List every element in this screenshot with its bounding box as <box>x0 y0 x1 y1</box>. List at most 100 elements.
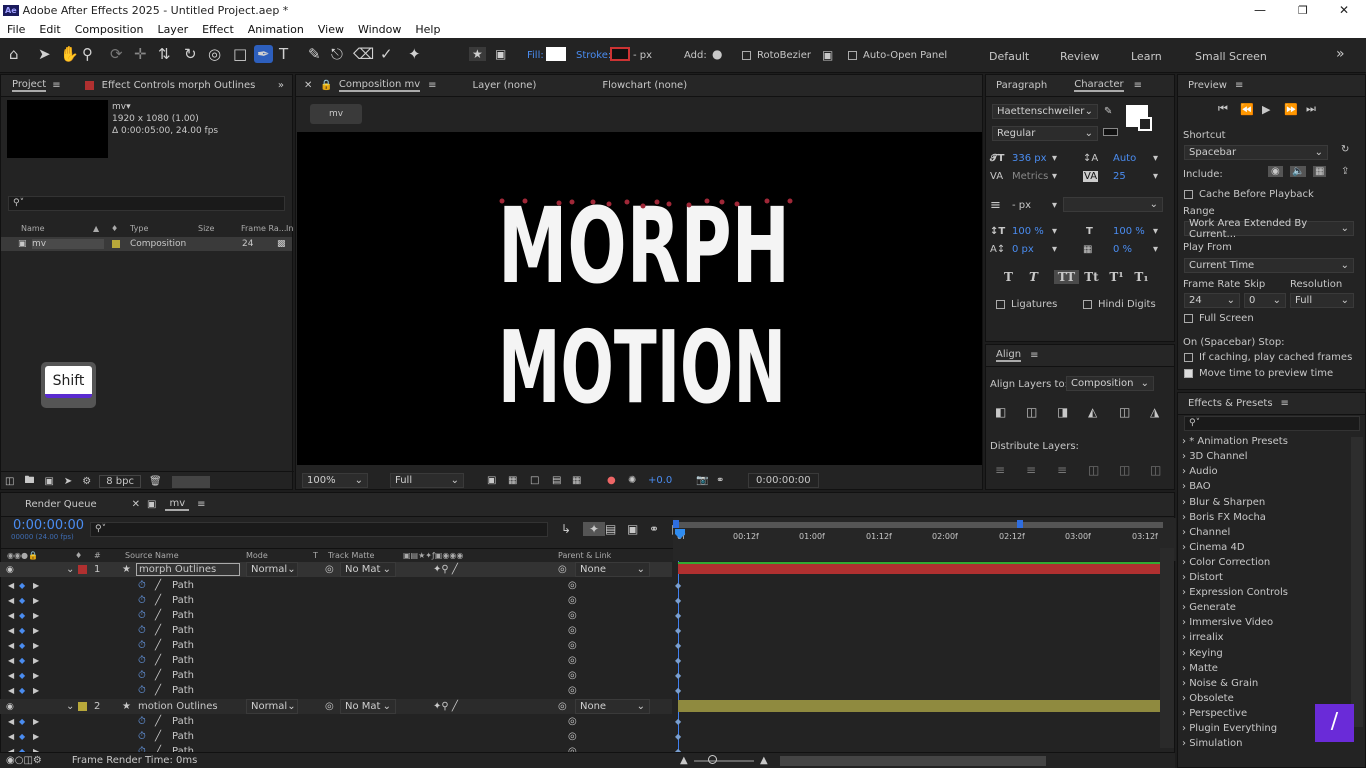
overlay-include-icon[interactable]: ▦ <box>1313 166 1327 177</box>
subscript-button[interactable]: T₁ <box>1129 270 1154 284</box>
tracking-value[interactable]: 25 <box>1113 171 1126 182</box>
visibility-icon[interactable]: ◉ <box>6 565 14 575</box>
stopwatch-icon[interactable]: ⏱ <box>138 685 146 696</box>
show-snapshot-icon[interactable]: ⚭ <box>716 475 724 486</box>
pick-whip-icon[interactable]: ◎ <box>568 610 577 621</box>
small-caps-button[interactable]: Tt <box>1079 270 1104 284</box>
move-time-checkbox[interactable] <box>1184 368 1193 378</box>
keyframe-nav-icon[interactable]: ◀ <box>8 581 14 590</box>
superscript-button[interactable]: T¹ <box>1104 270 1129 284</box>
col-framerate[interactable]: Frame Ra... <box>241 224 286 233</box>
align-hcenter-icon[interactable]: ◫ <box>1026 405 1057 419</box>
tab-align[interactable]: Align <box>996 349 1022 362</box>
graph-icon[interactable]: ╱ <box>155 610 161 621</box>
leading-value[interactable]: Auto <box>1113 153 1136 164</box>
graph-icon[interactable]: ╱ <box>155 580 161 591</box>
home-icon[interactable]: ⌂ <box>9 45 19 63</box>
col-parent[interactable]: Parent & Link <box>558 551 611 560</box>
frame-blending-icon[interactable]: ▣ <box>627 522 649 536</box>
stopwatch-icon[interactable]: ⏱ <box>138 580 146 591</box>
comp-name[interactable]: mv▾ <box>112 101 218 113</box>
track-matte-dropdown[interactable]: No Mat ⌄ <box>340 562 396 577</box>
shy-layers-icon[interactable]: ▤ <box>605 522 627 536</box>
font-style-dropdown[interactable]: Regular ⌄ <box>992 126 1098 141</box>
pick-whip-icon[interactable]: ◎ <box>568 655 577 666</box>
path-row[interactable]: ◀ ◆ ▶ ⏱ ╱ Path ◎ ◆ <box>0 683 681 698</box>
parent-dropdown[interactable]: None ⌄ <box>575 699 650 714</box>
keyframe-diamond-icon[interactable]: ◆ <box>19 717 25 726</box>
pick-whip-icon[interactable]: ◎ <box>568 595 577 606</box>
pick-whip-icon[interactable]: ◎ <box>568 640 577 651</box>
distribute-top-icon[interactable]: ≡ <box>995 463 1026 477</box>
keyframe-nav-icon[interactable]: ◀ <box>8 717 14 726</box>
keyframe-nav-icon[interactable]: ▶ <box>33 581 39 590</box>
star-icon[interactable]: ★ <box>469 47 486 61</box>
timeline-menu-icon[interactable]: ≡ <box>197 499 205 510</box>
comp-menu-icon[interactable]: ≡ <box>428 80 436 91</box>
stroke-swatch[interactable] <box>610 47 630 61</box>
menu-window[interactable]: Window <box>358 23 401 36</box>
visibility-icon[interactable]: ◉ <box>6 702 14 712</box>
keyframe-nav-icon[interactable]: ▶ <box>33 686 39 695</box>
pick-whip-icon[interactable]: ◎ <box>568 731 577 742</box>
effect-category[interactable]: › Plugin Everything <box>1182 723 1277 734</box>
expand-chevron-icon[interactable]: ⌄ <box>66 564 74 575</box>
auto-open-checkbox[interactable] <box>848 50 857 60</box>
menu-composition[interactable]: Composition <box>75 23 144 36</box>
type-tool-icon[interactable]: T <box>279 45 288 63</box>
color-channels-icon[interactable]: ● <box>607 475 616 486</box>
effects-search-input[interactable]: ⚲˅ <box>1184 416 1360 431</box>
menu-animation[interactable]: Animation <box>248 23 304 36</box>
effect-category[interactable]: › Perspective <box>1182 708 1247 719</box>
shortcut-dropdown[interactable]: Spacebar ⌄ <box>1184 145 1328 160</box>
tab-effect-controls[interactable]: Effect Controls morph Outlines <box>102 80 256 91</box>
keyframe-nav-icon[interactable]: ◀ <box>8 611 14 620</box>
vertical-scale-value[interactable]: 100 % <box>1012 226 1044 237</box>
settings-icon[interactable]: ⚙ <box>82 476 91 487</box>
exposure-value[interactable]: +0.0 <box>648 475 672 486</box>
prev-frame-icon[interactable]: ⏪ <box>1240 103 1262 116</box>
matte-link-icon[interactable]: ◎ <box>325 564 334 575</box>
eyedropper-icon[interactable]: ✎ <box>1104 106 1112 117</box>
motion-blur-icon[interactable]: ⚭ <box>649 522 671 536</box>
mode-dropdown[interactable]: Normal ⌄ <box>246 699 298 714</box>
transparency-icon[interactable]: ▦ <box>508 475 517 486</box>
menu-file[interactable]: File <box>7 23 25 36</box>
zoom-slider-thumb[interactable] <box>708 755 717 764</box>
preview-menu-icon[interactable]: ≡ <box>1235 80 1243 91</box>
work-area-end[interactable] <box>1017 520 1023 528</box>
layer-row-1[interactable]: ◉ ⌄ 1 ★ morph Outlines Normal ⌄ ◎ No Mat ⌄… <box>0 562 672 577</box>
rotobezier-checkbox[interactable] <box>742 50 751 60</box>
graph-icon[interactable]: ╱ <box>155 685 161 696</box>
keyframe-nav-icon[interactable]: ◀ <box>8 656 14 665</box>
graph-icon[interactable]: ╱ <box>155 595 161 606</box>
effect-category[interactable]: › Boris FX Mocha <box>1182 512 1266 523</box>
first-frame-icon[interactable]: ⏮ <box>1218 102 1240 116</box>
comp-timecode[interactable]: 0:00:00:00 <box>748 472 819 488</box>
menu-effect[interactable]: Effect <box>202 23 234 36</box>
layer-label-color[interactable] <box>78 702 87 711</box>
range-dropdown[interactable]: Work Area Extended By Current... ⌄ <box>1184 218 1354 240</box>
mode-dropdown[interactable]: Normal ⌄ <box>246 562 298 577</box>
tab-paragraph[interactable]: Paragraph <box>996 80 1047 91</box>
fill-swatch[interactable] <box>546 47 566 61</box>
horizontal-scrollbar[interactable] <box>780 756 1046 766</box>
keyframe-diamond-icon[interactable]: ◆ <box>19 596 25 605</box>
effect-category[interactable]: › Color Correction <box>1182 557 1270 568</box>
align-vcenter-icon[interactable]: ◫ <box>1119 405 1150 419</box>
interpret-icon[interactable]: ◫ <box>5 476 14 487</box>
menu-layer[interactable]: Layer <box>157 23 188 36</box>
grid-icon[interactable]: ▦ <box>572 475 581 486</box>
effect-category[interactable]: › irrealix <box>1182 632 1224 643</box>
close-tab-icon[interactable]: ✕ <box>304 80 312 91</box>
keyframe-nav-icon[interactable]: ◀ <box>8 626 14 635</box>
keyframe-nav-icon[interactable]: ◀ <box>8 686 14 695</box>
faux-italic-button[interactable]: T <box>1029 270 1054 284</box>
tab-flowchart[interactable]: Flowchart (none) <box>602 80 687 91</box>
track-matte-dropdown[interactable]: No Mat ⌄ <box>340 699 396 714</box>
next-frame-icon[interactable]: ⏩ <box>1284 103 1306 116</box>
skip-dropdown[interactable]: 0 ⌄ <box>1244 293 1286 308</box>
effects-menu-icon[interactable]: ≡ <box>1281 398 1289 409</box>
effect-category[interactable]: › 3D Channel <box>1182 451 1247 462</box>
comp-viewer[interactable]: MORPH MOTION <box>297 132 982 465</box>
